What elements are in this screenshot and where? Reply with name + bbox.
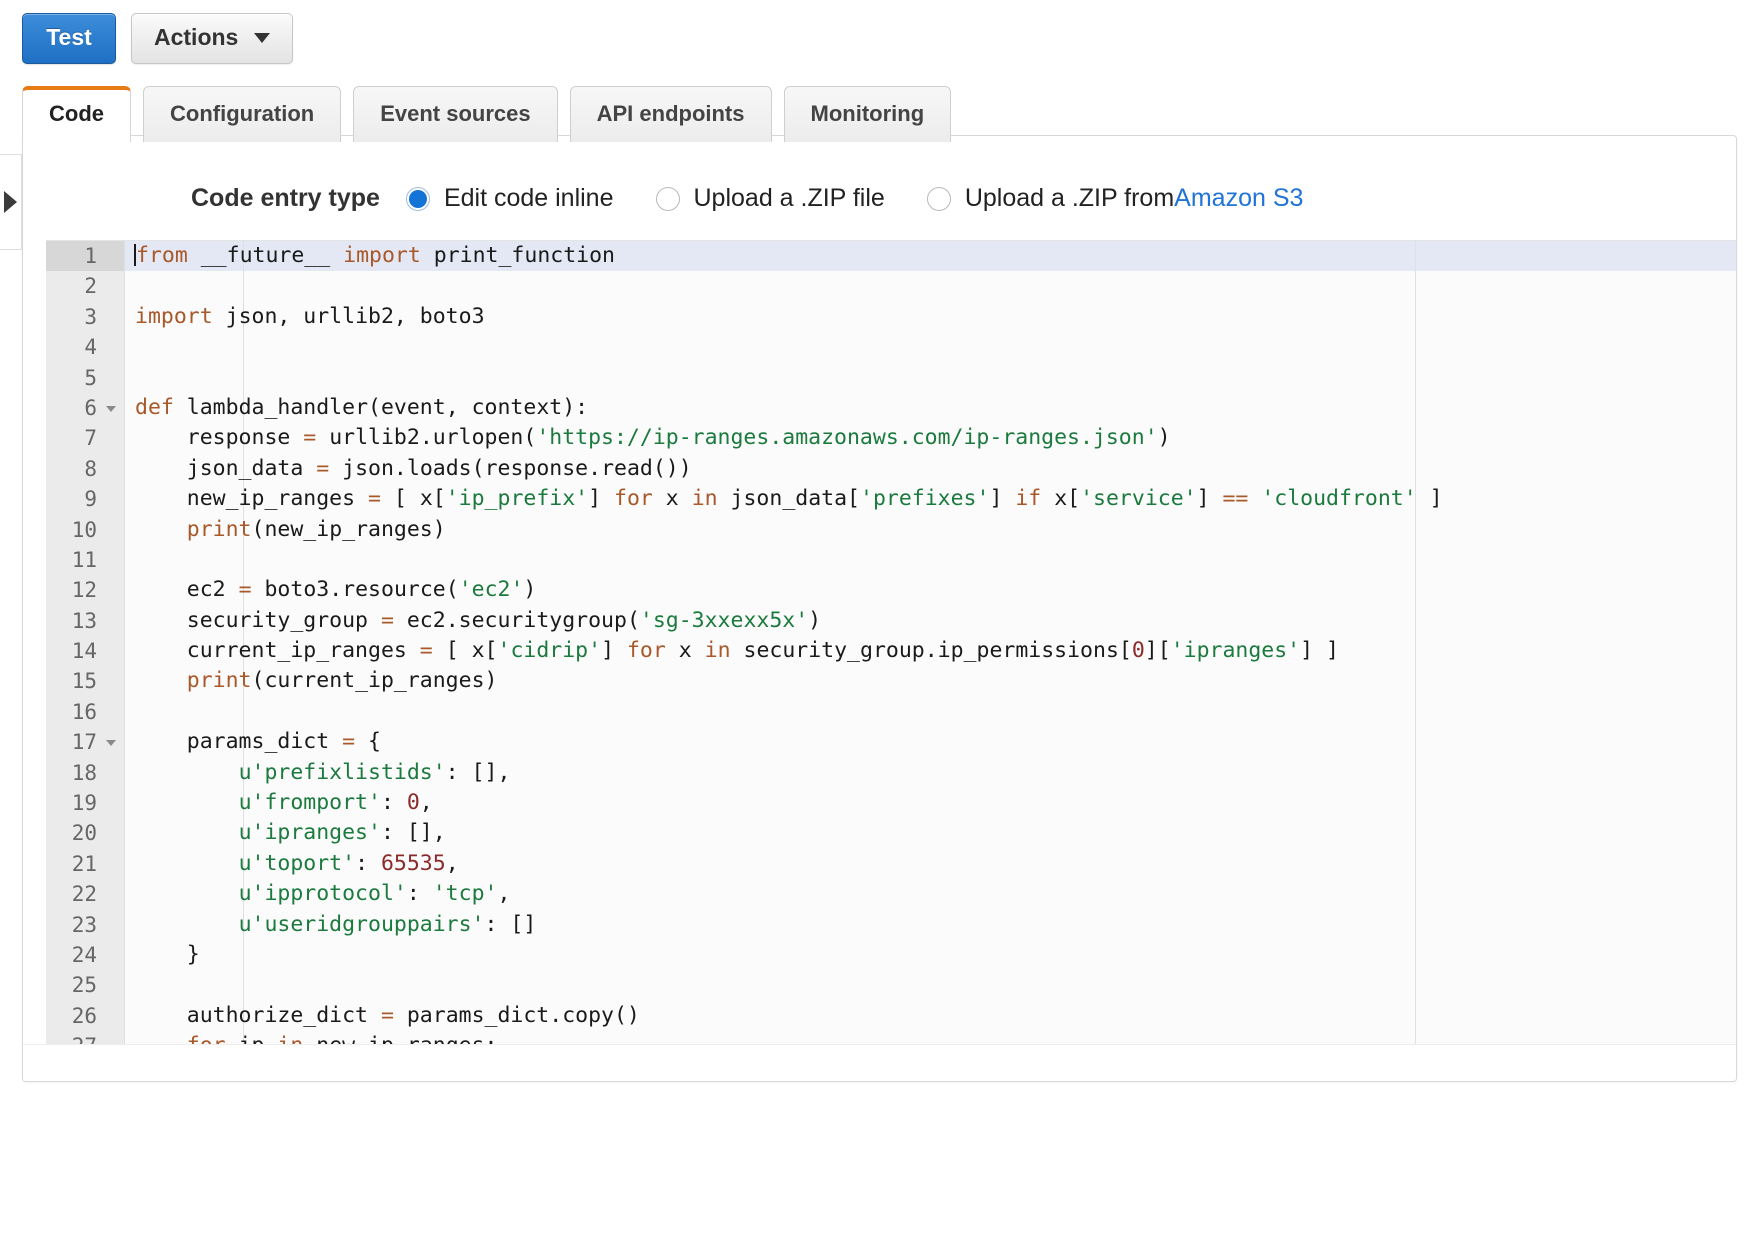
code-line bbox=[135, 271, 1736, 301]
code-line: ec2 = boto3.resource('ec2') bbox=[135, 575, 1736, 605]
tab-bar: Code Configuration Event sources API end… bbox=[22, 86, 951, 142]
code-line: print(new_ip_ranges) bbox=[135, 515, 1736, 545]
code-line: print(current_ip_ranges) bbox=[135, 666, 1736, 696]
code-entry-type-label: Code entry type bbox=[191, 184, 380, 213]
gutter-line-number: 24 bbox=[46, 940, 124, 970]
code-line: def lambda_handler(event, context): bbox=[135, 393, 1736, 423]
gutter-line-number: 20 bbox=[46, 818, 124, 848]
action-toolbar: Test Actions bbox=[22, 13, 293, 64]
triangle-right-icon bbox=[4, 191, 17, 213]
gutter-line-number: 7 bbox=[46, 423, 124, 453]
code-line bbox=[135, 697, 1736, 727]
gutter-line-number: 4 bbox=[46, 332, 124, 362]
gutter-line-number: 10 bbox=[46, 515, 124, 545]
radio-label-zip-s3: Upload a .ZIP from bbox=[965, 184, 1174, 213]
code-line: current_ip_ranges = [ x['cidrip'] for x … bbox=[135, 636, 1736, 666]
fold-triangle-icon[interactable] bbox=[106, 740, 116, 746]
code-line: u'ipprotocol': 'tcp', bbox=[135, 879, 1736, 909]
code-line: u'ipranges': [], bbox=[135, 818, 1736, 848]
code-line: u'useridgrouppairs': [] bbox=[135, 910, 1736, 940]
gutter-line-number: 19 bbox=[46, 788, 124, 818]
gutter-line-number: 3 bbox=[46, 302, 124, 332]
gutter-line-number: 13 bbox=[46, 606, 124, 636]
code-line: params_dict = { bbox=[135, 727, 1736, 757]
code-editor[interactable]: 1234567891011121314151617181920212223242… bbox=[46, 240, 1736, 1045]
code-line: from __future__ import print_function bbox=[135, 241, 1736, 271]
gutter-line-number: 25 bbox=[46, 970, 124, 1000]
tab-monitoring[interactable]: Monitoring bbox=[784, 86, 952, 142]
radio-icon-inline[interactable] bbox=[406, 187, 430, 211]
gutter-line-number: 11 bbox=[46, 545, 124, 575]
code-line: json_data = json.loads(response.read()) bbox=[135, 454, 1736, 484]
actions-dropdown-button[interactable]: Actions bbox=[131, 13, 293, 64]
chevron-down-icon bbox=[254, 33, 270, 43]
tab-configuration[interactable]: Configuration bbox=[143, 86, 341, 142]
tab-code[interactable]: Code bbox=[22, 86, 131, 142]
gutter-line-number: 15 bbox=[46, 666, 124, 696]
code-line bbox=[135, 363, 1736, 393]
radio-icon-zip-file[interactable] bbox=[656, 187, 680, 211]
gutter-line-number: 8 bbox=[46, 454, 124, 484]
gutter-line-number: 26 bbox=[46, 1001, 124, 1031]
code-line bbox=[135, 970, 1736, 1000]
code-line bbox=[135, 332, 1736, 362]
actions-label: Actions bbox=[154, 26, 238, 49]
radio-label-zip-file: Upload a .ZIP file bbox=[694, 184, 885, 213]
radio-icon-zip-s3[interactable] bbox=[927, 187, 951, 211]
editor-gutter: 1234567891011121314151617181920212223242… bbox=[46, 241, 125, 1045]
gutter-line-number: 23 bbox=[46, 910, 124, 940]
gutter-line-number: 1 bbox=[46, 241, 124, 271]
gutter-line-number: 18 bbox=[46, 758, 124, 788]
gutter-line-number: 2 bbox=[46, 271, 124, 301]
gutter-line-number: 9 bbox=[46, 484, 124, 514]
gutter-line-number: 17 bbox=[46, 727, 124, 757]
code-line: u'prefixlistids': [], bbox=[135, 758, 1736, 788]
gutter-line-number: 22 bbox=[46, 879, 124, 909]
sidebar-expand-button[interactable] bbox=[0, 154, 22, 250]
code-text[interactable]: from __future__ import print_function im… bbox=[125, 241, 1736, 1045]
radio-upload-zip-s3[interactable]: Upload a .ZIP from Amazon S3 bbox=[927, 184, 1304, 213]
code-line: u'toport': 65535, bbox=[135, 849, 1736, 879]
gutter-line-number: 27 bbox=[46, 1031, 124, 1045]
code-panel: Code entry type Edit code inline Upload … bbox=[22, 135, 1737, 1082]
gutter-line-number: 6 bbox=[46, 393, 124, 423]
code-line: response = urllib2.urlopen('https://ip-r… bbox=[135, 423, 1736, 453]
code-entry-type-row: Code entry type Edit code inline Upload … bbox=[191, 184, 1345, 213]
gutter-line-number: 16 bbox=[46, 697, 124, 727]
code-line: for ip in new_ip_ranges: bbox=[135, 1031, 1736, 1045]
amazon-s3-link[interactable]: Amazon S3 bbox=[1174, 184, 1303, 213]
code-line: } bbox=[135, 940, 1736, 970]
editor-code-area[interactable]: from __future__ import print_function im… bbox=[125, 241, 1736, 1045]
gutter-line-number: 21 bbox=[46, 849, 124, 879]
code-line: u'fromport': 0, bbox=[135, 788, 1736, 818]
lambda-console-page: Test Actions Code Configuration Event so… bbox=[0, 0, 1759, 1237]
test-button[interactable]: Test bbox=[22, 13, 116, 64]
code-line: authorize_dict = params_dict.copy() bbox=[135, 1001, 1736, 1031]
gutter-line-number: 5 bbox=[46, 363, 124, 393]
gutter-line-number: 12 bbox=[46, 575, 124, 605]
radio-label-inline: Edit code inline bbox=[444, 184, 614, 213]
radio-edit-code-inline[interactable]: Edit code inline bbox=[406, 184, 614, 213]
code-line: security_group = ec2.securitygroup('sg-3… bbox=[135, 606, 1736, 636]
gutter-line-number: 14 bbox=[46, 636, 124, 666]
fold-triangle-icon[interactable] bbox=[106, 406, 116, 412]
code-line: new_ip_ranges = [ x['ip_prefix'] for x i… bbox=[135, 484, 1736, 514]
tab-event-sources[interactable]: Event sources bbox=[353, 86, 557, 142]
radio-upload-zip-file[interactable]: Upload a .ZIP file bbox=[656, 184, 885, 213]
tab-api-endpoints[interactable]: API endpoints bbox=[570, 86, 772, 142]
code-line bbox=[135, 545, 1736, 575]
panel-footer bbox=[23, 1044, 1736, 1081]
code-line: import json, urllib2, boto3 bbox=[135, 302, 1736, 332]
